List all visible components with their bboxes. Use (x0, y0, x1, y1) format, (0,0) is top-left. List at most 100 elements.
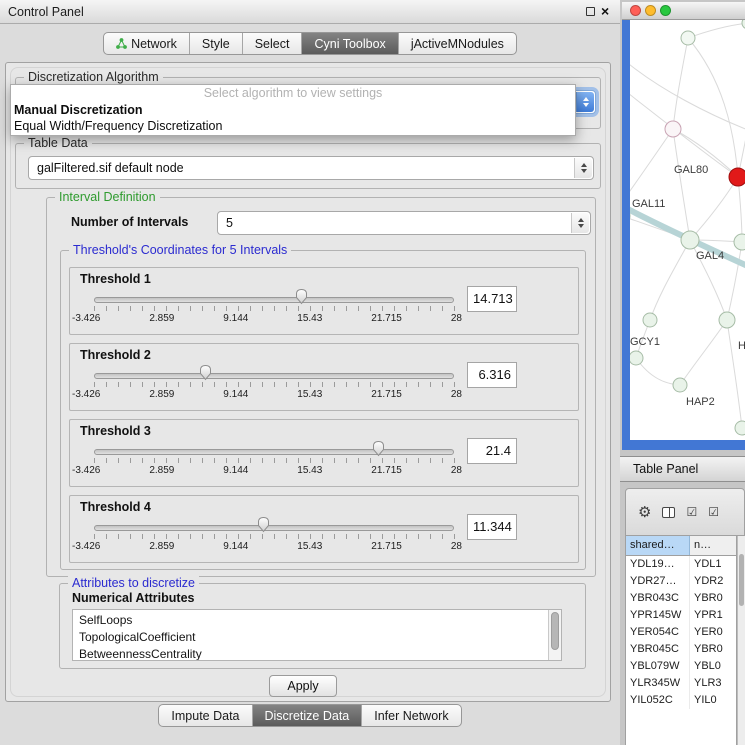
network-edge (738, 177, 742, 242)
threshold-4-group: Threshold 4-3.4262.8599.14415.4321.71528… (69, 495, 579, 563)
node-label: GAL4 (696, 250, 724, 262)
tab-label: Cyni Toolbox (314, 37, 385, 51)
network-graph[interactable]: GAL80GAL11GAL4GCY1HAP2H (630, 20, 745, 440)
table-row[interactable]: YBR045CYBR0 (626, 641, 736, 658)
attribute-item[interactable]: BetweennessCentrality (73, 646, 561, 661)
cell-name: YER0 (690, 624, 736, 641)
tab-label: jActiveMNodules (411, 37, 504, 51)
threshold-value-field[interactable]: 11.344 (467, 514, 517, 540)
algorithm-option[interactable]: Equal Width/Frequency Discretization (11, 118, 575, 134)
close-traffic-light-icon[interactable] (630, 5, 641, 16)
apply-button[interactable]: Apply (269, 675, 337, 697)
close-icon[interactable]: × (601, 3, 609, 19)
attributes-group-title: Attributes to discretize (68, 576, 199, 591)
table-row[interactable]: YBL079WYBL0 (626, 658, 736, 675)
axis-tick-label: 15.43 (297, 541, 322, 552)
numerical-attributes-label: Numerical Attributes (72, 591, 194, 605)
network-node[interactable] (630, 351, 643, 365)
interval-definition-title: Interval Definition (55, 190, 160, 205)
float-window-icon[interactable] (586, 7, 595, 16)
table-row[interactable]: YPR145WYPR1 (626, 607, 736, 624)
slider-track[interactable] (94, 297, 454, 303)
slider-track[interactable] (94, 373, 454, 379)
tab-select[interactable]: Select (242, 33, 302, 54)
bottom-tab-bar: Impute Data Discretize Data Infer Network (0, 704, 620, 727)
tab-label: Select (255, 37, 290, 51)
table-row[interactable]: YDR27…YDR2 (626, 573, 736, 590)
network-window-titlebar[interactable] (622, 2, 745, 20)
columns-icon[interactable] (662, 507, 675, 518)
table-row[interactable]: YBR043CYBR0 (626, 590, 736, 607)
threshold-value-field[interactable]: 6.316 (467, 362, 517, 388)
attribute-item[interactable]: TopologicalCoefficient (73, 629, 561, 646)
zoom-traffic-light-icon[interactable] (660, 5, 671, 16)
attribute-item[interactable]: SelfLoops (73, 612, 561, 629)
network-node[interactable] (681, 231, 699, 249)
slider-thumb[interactable] (372, 440, 385, 457)
select-all-icon[interactable]: ☑ (686, 506, 697, 518)
network-edge (630, 129, 673, 202)
slider-track[interactable] (94, 449, 454, 455)
gear-icon[interactable]: ⚙ (638, 505, 651, 520)
tab-label: Style (202, 37, 230, 51)
table-row[interactable]: YLR345WYLR3 (626, 675, 736, 692)
network-node[interactable] (735, 421, 745, 435)
num-intervals-select[interactable]: 5 (217, 211, 591, 235)
axis-tick-label: 9.144 (223, 389, 248, 400)
attributes-group: Attributes to discretize Numerical Attri… (59, 583, 586, 669)
numerical-attributes-list[interactable]: SelfLoopsTopologicalCoefficientBetweenne… (72, 609, 562, 661)
attributes-scrollbar[interactable] (548, 610, 561, 660)
slider-ticks (94, 382, 455, 387)
panel-title: Control Panel (8, 5, 84, 19)
slider-ticks (94, 534, 455, 539)
popup-placeholder: Select algorithm to view settings (11, 85, 575, 102)
slider-thumb[interactable] (295, 288, 308, 305)
tab-infer-network[interactable]: Infer Network (361, 705, 460, 726)
node-label: GAL80 (674, 164, 708, 176)
select-checked-icon[interactable]: ☑ (708, 506, 719, 518)
network-view-window: GAL80GAL11GAL4GCY1HAP2H (622, 2, 745, 450)
table-row[interactable]: YIL052CYIL0 (626, 692, 736, 709)
table-data-select[interactable]: galFiltered.sif default node (28, 156, 594, 180)
combo-arrows-icon[interactable] (576, 92, 594, 112)
network-node[interactable] (665, 121, 681, 137)
tab-jactivemnodules[interactable]: jActiveMNodules (398, 33, 516, 54)
column-header-name[interactable]: n… (690, 536, 736, 555)
slider-thumb[interactable] (199, 364, 212, 381)
scrollbar-thumb[interactable] (551, 612, 559, 650)
tab-discretize-data[interactable]: Discretize Data (252, 705, 362, 726)
network-edge (630, 60, 745, 130)
cell-shared-name: YIL052C (626, 692, 690, 709)
control-panel-titlebar: Control Panel × (0, 0, 620, 24)
combo-arrows-icon[interactable] (571, 213, 589, 233)
scrollbar-thumb[interactable] (739, 554, 744, 606)
combo-arrows-icon[interactable] (574, 158, 592, 178)
table-scrollbar[interactable] (737, 536, 745, 745)
minimize-traffic-light-icon[interactable] (645, 5, 656, 16)
network-edge (688, 38, 738, 177)
algorithm-option[interactable]: Manual Discretization (11, 102, 575, 118)
threshold-value-field[interactable]: 21.4 (467, 438, 517, 464)
network-node[interactable] (729, 168, 745, 186)
axis-tick-label: 2.859 (149, 465, 174, 476)
network-node[interactable] (673, 378, 687, 392)
table-row[interactable]: YER054CYER0 (626, 624, 736, 641)
table-panel-titlebar[interactable]: Table Panel (620, 456, 745, 482)
threshold-value-field[interactable]: 14.713 (467, 286, 517, 312)
network-node[interactable] (643, 313, 657, 327)
tab-cyni-toolbox[interactable]: Cyni Toolbox (301, 33, 397, 54)
tab-impute-data[interactable]: Impute Data (159, 705, 251, 726)
slider-track[interactable] (94, 525, 454, 531)
tab-network[interactable]: Network (104, 33, 189, 54)
slider-thumb[interactable] (257, 516, 270, 533)
column-header-shared-name[interactable]: shared… (626, 536, 690, 555)
tab-label: Discretize Data (265, 709, 350, 723)
network-node[interactable] (681, 31, 695, 45)
network-node[interactable] (734, 234, 745, 250)
num-intervals-label: Number of Intervals (71, 215, 188, 229)
network-canvas[interactable]: GAL80GAL11GAL4GCY1HAP2H (630, 20, 745, 440)
tab-style[interactable]: Style (189, 33, 242, 54)
table-data-title: Table Data (24, 136, 92, 151)
network-node[interactable] (719, 312, 735, 328)
table-row[interactable]: YDL19…YDL1 (626, 556, 736, 573)
